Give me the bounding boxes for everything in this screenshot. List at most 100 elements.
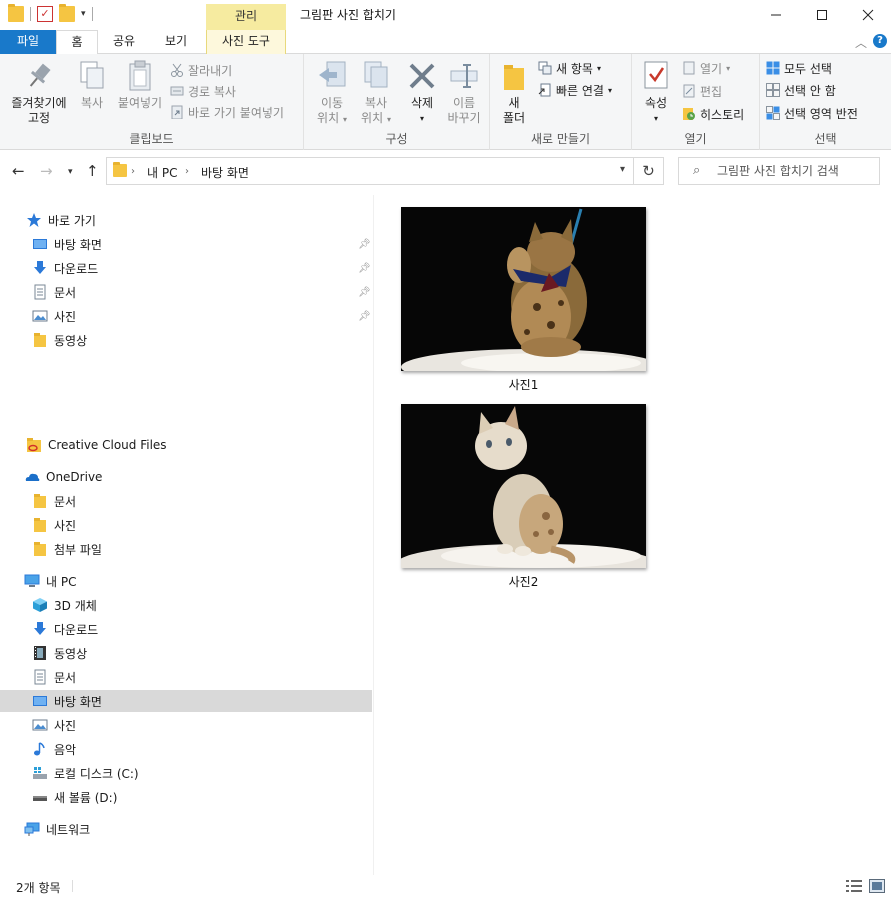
open-label: 열기 — [700, 61, 723, 76]
new-item-label: 새 항목 — [556, 61, 593, 76]
tab-view[interactable]: 보기 — [154, 30, 198, 54]
file-name-photo2[interactable]: 사진2 — [401, 573, 646, 590]
refresh-icon: ↻ — [642, 162, 655, 180]
pin-label-line1: 즐겨찾기에 — [11, 96, 67, 110]
collapse-ribbon-chevron-icon[interactable]: ︿ — [855, 34, 867, 51]
edit-button[interactable]: 편집 — [682, 81, 722, 101]
status-bar: 2개 항목 — [0, 875, 891, 897]
address-dropdown-chevron-icon[interactable]: ▾ — [620, 164, 625, 175]
properties-check-icon[interactable]: ✓ — [37, 6, 53, 22]
pinned-icon: 📌︎ — [358, 239, 371, 250]
help-icon[interactable]: ? — [873, 34, 887, 48]
history-button[interactable]: 히스토리 — [682, 104, 744, 124]
nav-quick-pictures[interactable]: 사진 — [32, 305, 76, 327]
select-none-button[interactable]: 선택 안 함 — [766, 80, 836, 100]
forward-arrow-icon[interactable]: → — [40, 162, 53, 180]
tab-file[interactable]: 파일 — [0, 30, 56, 54]
invert-selection-button[interactable]: 선택 영역 반전 — [766, 103, 858, 123]
select-none-icon — [766, 83, 780, 97]
folder-icon — [32, 541, 48, 557]
details-view-icon[interactable] — [846, 879, 862, 893]
address-bar[interactable]: › 내 PC › 바탕 화면 ▾ — [106, 157, 634, 185]
open-button[interactable]: 열기 ▾ — [682, 58, 730, 78]
nav-onedrive-documents[interactable]: 문서 — [32, 490, 76, 512]
breadcrumb-separator-icon[interactable]: › — [131, 166, 135, 177]
manage-context-tab[interactable]: 관리 — [206, 4, 286, 30]
nav-label: 바탕 화면 — [54, 694, 102, 709]
paste-shortcut-button[interactable]: 바로 가기 붙여넣기 — [170, 102, 284, 122]
nav-documents[interactable]: 문서 — [32, 666, 76, 688]
refresh-button[interactable]: ↻ — [634, 157, 664, 185]
rename-button[interactable]: 이름 바꾸기 — [442, 60, 486, 126]
tab-picture-tools[interactable]: 사진 도구 — [206, 30, 286, 54]
nav-label: 동영상 — [54, 646, 88, 661]
file-thumbnail-photo2[interactable] — [401, 404, 646, 568]
easy-access-dropdown-icon: ▾ — [607, 85, 612, 95]
back-arrow-icon[interactable]: ← — [12, 162, 25, 180]
move-to-button[interactable]: 이동 위치 ▾ — [310, 60, 354, 127]
pin-to-quick-access-button[interactable]: 즐겨찾기에 고정 — [6, 60, 72, 126]
nav-volume-d[interactable]: 새 볼륨 (D:) — [32, 786, 117, 808]
recent-locations-chevron-icon[interactable]: ▾ — [68, 167, 73, 177]
breadcrumb-desktop[interactable]: 바탕 화면 — [201, 164, 249, 181]
copy-path-button[interactable]: 경로 복사 — [170, 81, 236, 101]
nav-network[interactable]: 네트워크 — [24, 818, 90, 840]
close-button[interactable] — [845, 0, 891, 30]
folder-icon — [32, 493, 48, 509]
folder-icon — [113, 162, 127, 177]
copy-label: 복사 — [80, 96, 104, 110]
nav-quick-desktop[interactable]: 바탕 화면 — [32, 233, 102, 255]
customize-toolbar-chevron-icon[interactable]: ▾ — [81, 9, 86, 19]
large-icons-view-icon[interactable] — [869, 879, 885, 893]
nav-videos[interactable]: 동영상 — [32, 642, 87, 664]
nav-onedrive-pictures[interactable]: 사진 — [32, 514, 76, 536]
paste-button[interactable]: 붙여넣기 — [114, 60, 166, 111]
nav-desktop-selected[interactable]: 바탕 화면 — [0, 690, 372, 712]
nav-this-pc[interactable]: 내 PC — [24, 570, 76, 592]
maximize-button[interactable] — [799, 0, 845, 30]
nav-music[interactable]: 음악 — [32, 738, 76, 760]
new-item-button[interactable]: 새 항목 ▾ — [538, 58, 601, 78]
breadcrumb-this-pc[interactable]: 내 PC — [147, 164, 177, 181]
tab-home[interactable]: 홈 — [56, 30, 98, 55]
copy-to-button[interactable]: 복사 위치 ▾ — [354, 60, 398, 127]
delete-button[interactable]: 삭제 ▾ — [402, 60, 442, 126]
select-group-label: 선택 — [814, 132, 837, 146]
properties-button[interactable]: 속성 ▾ — [638, 60, 674, 126]
nav-onedrive[interactable]: OneDrive — [24, 466, 102, 488]
edit-label: 편집 — [700, 84, 723, 99]
paste-label: 붙여넣기 — [117, 96, 163, 110]
desktop-icon — [32, 693, 48, 709]
nav-creative-cloud-files[interactable]: Creative Cloud Files — [26, 434, 167, 456]
delete-dropdown-icon[interactable]: ▾ — [402, 111, 442, 126]
status-divider — [72, 880, 73, 892]
ribbon-tabs: 파일 홈 공유 보기 사진 도구 — [0, 30, 891, 55]
copy-button[interactable]: 복사 — [72, 60, 112, 111]
new-folder-button[interactable]: 새 폴더 — [496, 60, 532, 126]
file-thumbnail-photo1[interactable] — [401, 207, 646, 371]
search-input[interactable] — [717, 162, 875, 180]
nav-local-disk-c[interactable]: 로컬 디스크 (C:) — [32, 762, 139, 784]
nav-label: 네트워크 — [46, 822, 91, 837]
tab-share[interactable]: 공유 — [104, 30, 144, 54]
nav-quick-documents[interactable]: 문서 — [32, 281, 76, 303]
nav-onedrive-attachments[interactable]: 첨부 파일 — [32, 538, 102, 560]
nav-downloads[interactable]: 다운로드 — [32, 618, 98, 640]
nav-pictures[interactable]: 사진 — [32, 714, 76, 736]
search-box[interactable]: ⌕ — [678, 157, 880, 185]
bengal-cat-sitting-photo-icon — [401, 404, 646, 568]
file-name-photo1[interactable]: 사진1 — [401, 376, 646, 393]
cut-button[interactable]: 잘라내기 — [170, 60, 232, 80]
new-folder-qat-icon[interactable] — [59, 4, 75, 22]
easy-access-button[interactable]: 빠른 연결 ▾ — [538, 80, 612, 100]
nav-quick-videos[interactable]: 동영상 — [32, 329, 87, 351]
up-arrow-icon[interactable]: ↑ — [86, 162, 99, 180]
breadcrumb-separator-icon[interactable]: › — [185, 166, 189, 177]
easy-access-label: 빠른 연결 — [556, 83, 604, 98]
nav-quick-access[interactable]: 바로 가기 — [26, 209, 96, 231]
minimize-button[interactable] — [753, 0, 799, 30]
select-all-button[interactable]: 모두 선택 — [766, 58, 832, 78]
nav-3d-objects[interactable]: 3D 개체 — [32, 594, 97, 616]
properties-dropdown-icon[interactable]: ▾ — [638, 111, 674, 126]
nav-quick-downloads[interactable]: 다운로드 — [32, 257, 98, 279]
